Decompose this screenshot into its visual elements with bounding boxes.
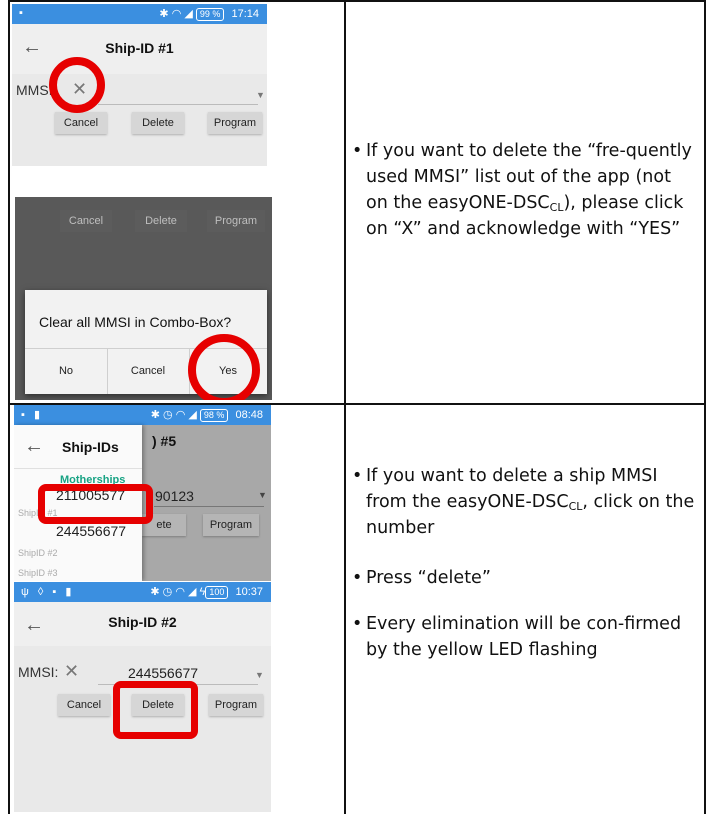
instruction-led-confirmation: Every elimination will be con-firmed by … — [352, 611, 697, 663]
delete-button-dimmed: Delete — [135, 210, 187, 232]
status-time: 10:37 — [235, 586, 263, 598]
screenshot-clear-mmsi: ▪ ✱ ◠ ◢ 99 % 17:14 ← Ship-ID #1 MMSI: ✕ … — [12, 4, 267, 166]
screenshot-delete-ship: ψ ◊ ▪ ▮ ✱ ◷ ◠ ◢ ϟ 100 10:37 ← Ship-ID #2 … — [14, 582, 271, 812]
instruction-press-delete: Press “delete” — [352, 565, 697, 591]
instructions-row-2: If you want to delete a ship MMSI from t… — [352, 463, 697, 663]
mmsi-value[interactable]: 244556677 — [128, 665, 198, 681]
program-button[interactable]: Program — [209, 694, 263, 716]
delete-button[interactable]: Delete — [132, 112, 184, 134]
highlight-rectangle — [113, 681, 198, 739]
close-icon[interactable]: ✕ — [64, 661, 79, 682]
cancel-button[interactable]: Cancel — [55, 112, 107, 134]
notification-icon: ψ ◊ ▪ ▮ — [21, 586, 75, 598]
status-time: 08:48 — [235, 409, 263, 421]
battery-level: 100 — [205, 586, 229, 599]
program-button-dimmed: Program — [207, 210, 265, 232]
dialog-cancel-button[interactable]: Cancel — [107, 365, 189, 377]
bluetooth-icon: ✱ — [150, 586, 160, 598]
status-bar: ψ ◊ ▪ ▮ ✱ ◷ ◠ ◢ ϟ 100 10:37 — [14, 582, 271, 602]
bluetooth-icon: ✱ — [159, 8, 169, 20]
drawer-title: Ship-IDs — [62, 439, 119, 455]
behind-program-button: Program — [203, 514, 259, 536]
highlight-circle — [49, 57, 105, 113]
app-bar: ← Ship-ID #2 — [14, 602, 271, 646]
dialog-message: Clear all MMSI in Combo-Box? — [39, 314, 232, 330]
behind-mmsi-value: 90123 — [155, 488, 194, 504]
wifi-icon: ◠ — [175, 409, 186, 421]
alarm-icon: ◷ — [162, 586, 173, 598]
chevron-down-icon[interactable]: ▼ — [256, 90, 265, 100]
chevron-down-icon[interactable]: ▼ — [255, 670, 264, 680]
instructions-row-1: If you want to delete the “fre-quently u… — [352, 138, 697, 242]
notification-icon: ▪ — [19, 7, 26, 19]
behind-title: ) #5 — [152, 433, 177, 449]
signal-icon: ◢ — [188, 409, 197, 421]
wifi-icon: ◠ — [175, 586, 185, 598]
signal-icon: ◢ — [188, 586, 197, 598]
no-button[interactable]: No — [25, 365, 107, 377]
status-bar: ▪ ✱ ◠ ◢ 99 % 17:14 — [12, 4, 267, 24]
wifi-icon: ◠ — [171, 8, 182, 20]
highlight-circle — [188, 334, 260, 400]
notification-icon: ▪ ▮ — [21, 409, 44, 421]
battery-level: 98 % — [199, 409, 229, 422]
mmsi-label: MMSI: — [18, 664, 59, 680]
page-title: Ship-ID #2 — [108, 614, 177, 630]
program-button[interactable]: Program — [208, 112, 262, 134]
instruction-table: ▪ ✱ ◠ ◢ 99 % 17:14 ← Ship-ID #1 MMSI: ✕ … — [0, 0, 706, 814]
status-bar: ▪ ▮ ✱ ◷ ◠ ◢ 98 % 08:48 — [14, 405, 271, 425]
cancel-button-dimmed: Cancel — [60, 210, 112, 232]
back-arrow-icon[interactable]: ← — [24, 435, 44, 458]
chevron-down-icon: ▼ — [258, 490, 267, 500]
drawer-divider — [14, 468, 142, 469]
ship-item-244556677[interactable]: 244556677 — [56, 523, 126, 539]
signal-icon: ◢ — [184, 8, 193, 20]
shipid-sublabel-2: ShipID #2 — [18, 548, 58, 558]
shipid-sublabel-3: ShipID #3 — [18, 568, 58, 578]
table-border-top — [8, 0, 706, 2]
status-time: 17:14 — [231, 8, 259, 20]
table-column-divider — [344, 0, 346, 814]
page-title: Ship-ID #1 — [105, 40, 174, 56]
cancel-button[interactable]: Cancel — [58, 694, 110, 716]
screenshot-ship-ids-drawer: ▪ ▮ ✱ ◷ ◠ ◢ 98 % 08:48 ) #5 90123 ▼ ete … — [14, 405, 271, 581]
screenshot-confirm-dialog: Cancel Delete Program Clear all MMSI in … — [15, 197, 272, 400]
app-bar: ← Ship-ID #1 — [12, 24, 267, 74]
alarm-icon: ◷ — [163, 409, 173, 421]
instruction-clear-list: If you want to delete the “fre-quently u… — [352, 138, 697, 242]
battery-level: 99 % — [195, 8, 225, 21]
mmsi-combo-underline — [98, 104, 258, 105]
instruction-delete-ship: If you want to delete a ship MMSI from t… — [352, 463, 697, 541]
table-border-left — [8, 0, 10, 814]
bluetooth-icon: ✱ — [150, 409, 160, 421]
highlight-rectangle — [38, 484, 153, 524]
